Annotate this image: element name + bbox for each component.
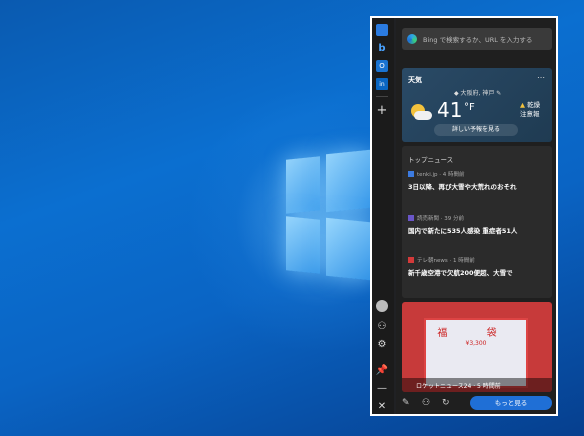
- weather-alert[interactable]: ▲ 乾燥 注意報: [520, 101, 540, 119]
- widgets-icon[interactable]: [376, 24, 388, 36]
- alert-line-2: 注意報: [520, 110, 540, 118]
- linkedin-icon[interactable]: in: [376, 78, 388, 90]
- bag-label: 福 袋: [437, 328, 515, 339]
- avatar[interactable]: [376, 300, 388, 312]
- see-more-button[interactable]: もっと見る: [470, 396, 552, 410]
- minimize-icon[interactable]: —: [376, 382, 388, 394]
- weather-title: 天気: [408, 76, 422, 84]
- logo-pane-bottom-left: [286, 216, 320, 274]
- personalize-icon[interactable]: ⚇: [422, 398, 430, 408]
- temperature-unit: °F: [464, 102, 475, 113]
- widgets-content: Bing で検索するか、URL を入力する 天気 ⋯ ◆ 大阪府, 神戸 ✎ 4…: [396, 18, 556, 414]
- more-options-icon[interactable]: ⋯: [537, 73, 545, 82]
- detailed-forecast-button[interactable]: 詳しい予報を見る: [434, 124, 518, 136]
- news-header: トップニュース: [408, 156, 454, 164]
- search-placeholder: Bing で検索するか、URL を入力する: [423, 36, 533, 44]
- lucky-bag-news-card[interactable]: 福 袋 ¥3,300 ロケットニュース24 · 5 時間前: [402, 302, 552, 392]
- logo-pane-top-left: [286, 156, 320, 214]
- top-news-card: トップニュース tenki.jp · 4 時間前 3日以降、再び大雪や大荒れのお…: [402, 146, 552, 298]
- widgets-footer: ✎ ⚇ ↻ もっと見る: [396, 392, 556, 414]
- news-item[interactable]: tenki.jp · 4 時間前 3日以降、再び大雪や大荒れのおそれ: [408, 170, 550, 191]
- profile-network-icon[interactable]: ⚇: [376, 320, 388, 332]
- news-item[interactable]: テレ朝news · 1 時間前 新千歳空港で欠航200便超、大雪で: [408, 256, 550, 277]
- news-title: 国内で新たに535人感染 重症者51人: [408, 227, 518, 235]
- widgets-panel: b O in + ⚇ ⚙ 📌 — ✕ Bing で検索するか、URL を入力する…: [370, 16, 558, 416]
- rail-divider: [376, 96, 388, 97]
- weather-location[interactable]: ◆ 大阪府, 神戸 ✎: [454, 88, 501, 97]
- card-caption: ロケットニュース24 · 5 時間前: [402, 378, 552, 392]
- search-input[interactable]: Bing で検索するか、URL を入力する: [402, 28, 552, 50]
- bing-icon[interactable]: b: [376, 42, 388, 54]
- close-icon[interactable]: ✕: [376, 400, 388, 412]
- warning-icon: ▲: [520, 101, 525, 109]
- news-item[interactable]: 読売新聞 · 39 分前 国内で新たに535人感染 重症者51人: [408, 214, 550, 235]
- cloud-icon: [414, 111, 432, 120]
- temperature-value: 41: [437, 98, 463, 122]
- weather-card[interactable]: 天気 ⋯ ◆ 大阪府, 神戸 ✎ 41 °F ▲ 乾燥 注意報 詳しい予報を見る: [402, 68, 552, 142]
- news-source: tenki.jp · 4 時間前: [417, 172, 465, 178]
- news-source: 読売新聞 · 39 分前: [417, 216, 464, 222]
- outlook-icon[interactable]: O: [376, 60, 388, 72]
- logo-pane-bottom-right: [326, 217, 370, 281]
- edge-icon: [407, 34, 417, 44]
- tenki-source-icon: [408, 171, 414, 177]
- tv-asahi-source-icon: [408, 257, 414, 263]
- widgets-side-rail: b O in + ⚇ ⚙ 📌 — ✕: [372, 18, 394, 414]
- logo-pane-top-right: [326, 149, 370, 213]
- edit-pencil-icon[interactable]: ✎: [402, 398, 410, 408]
- weather-location-text: 大阪府, 神戸: [460, 90, 495, 97]
- refresh-icon[interactable]: ↻: [442, 398, 450, 408]
- news-source: テレ朝news · 1 時間前: [417, 258, 475, 264]
- bag-price: ¥3,300: [465, 340, 487, 347]
- pin-icon[interactable]: 📌: [376, 364, 388, 376]
- add-icon[interactable]: +: [376, 103, 388, 118]
- news-title: 3日以降、再び大雪や大荒れのおそれ: [408, 183, 517, 191]
- settings-gear-icon[interactable]: ⚙: [376, 338, 388, 350]
- alert-line-1: 乾燥: [527, 101, 541, 109]
- yomiuri-source-icon: [408, 215, 414, 221]
- news-title: 新千歳空港で欠航200便超、大雪で: [408, 269, 513, 277]
